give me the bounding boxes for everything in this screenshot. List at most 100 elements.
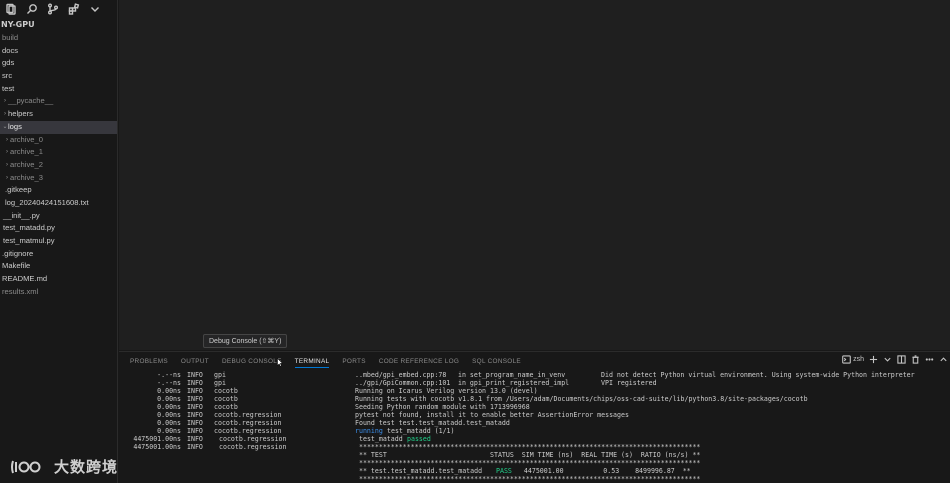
split-terminal-button[interactable]: [897, 355, 906, 364]
terminal-function: in set_program_name_in_venv: [458, 371, 566, 379]
terminal-function: in gpi_print_registered_impl: [458, 379, 570, 387]
terminal-message-detail: test_matadd (1/1): [387, 427, 455, 435]
terminal-detail: VPI registered: [601, 379, 657, 387]
tab-code-reference-log[interactable]: CODE REFERENCE LOG: [379, 356, 459, 368]
terminal-source: cocotb.regression: [219, 443, 287, 451]
tab-ports[interactable]: PORTS: [342, 356, 365, 368]
watermark: 大数跨境: [10, 456, 118, 477]
watermark-logo-icon: [11, 460, 41, 473]
sidebar-toolbar: [0, 0, 117, 18]
terminal-level: INFO: [187, 435, 203, 443]
terminal-time: -.--ns: [157, 379, 181, 387]
shell-label: zsh: [853, 356, 864, 363]
tab-sql-console[interactable]: SQL CONSOLE: [472, 356, 521, 368]
file-tree-item-label: test_matadd.py: [3, 223, 55, 233]
terminal-time: -.--ns: [157, 371, 181, 379]
terminal-level: INFO: [187, 379, 203, 387]
new-terminal-button[interactable]: [869, 355, 878, 364]
file-tree-item[interactable]: build: [0, 32, 117, 45]
file-tree-item[interactable]: __init__.py: [0, 210, 117, 223]
terminal-launch-profile-button[interactable]: [883, 355, 892, 364]
file-tree-item-label: results.xml: [2, 286, 39, 296]
terminal-time: 4475001.00ns: [133, 435, 181, 443]
terminal-level: INFO: [187, 395, 203, 403]
file-tree-item[interactable]: src: [0, 70, 117, 83]
terminal-level: INFO: [187, 371, 203, 379]
file-tree-item[interactable]: › helpers: [0, 108, 117, 121]
file-tree-item-label: helpers: [8, 109, 33, 119]
file-tree-item[interactable]: gds: [0, 57, 117, 70]
terminal-level: INFO: [187, 443, 203, 451]
editor-area[interactable]: [119, 0, 950, 350]
file-tree-item[interactable]: test_matadd.py: [0, 222, 117, 235]
source-control-icon[interactable]: [46, 2, 60, 16]
file-tree-item[interactable]: Makefile: [0, 260, 117, 273]
file-tree-item-label: test_matmul.py: [3, 236, 55, 245]
terminal-time: 0.00ns: [157, 411, 181, 419]
file-tree-item[interactable]: test: [0, 83, 117, 96]
more-icon: [925, 358, 934, 361]
terminal-level: INFO: [187, 403, 203, 411]
terminal-message: Running on Icarus Verilog version 13.0 (…: [355, 387, 538, 395]
terminal-report-border: ****************************************…: [359, 459, 701, 467]
terminal-message: running: [355, 427, 383, 435]
terminal-source: cocotb.regression: [214, 411, 282, 419]
terminal-source: cocotb.regression: [214, 419, 282, 427]
file-tree-item-label: __init__.py: [3, 210, 40, 220]
terminal-shell-selector[interactable]: zsh: [842, 355, 864, 364]
terminal-report-header: ** TEST STATUS SIM TIME (ns) REAL TIME (…: [359, 451, 701, 459]
file-tree-item-label: archive_2: [10, 159, 43, 169]
tab-problems[interactable]: PROBLEMS: [130, 356, 168, 368]
terminal-source: cocotb: [214, 395, 238, 403]
file-tree-item[interactable]: log_20240424151608.txt: [0, 197, 117, 210]
file-tree-item[interactable]: results.xml: [0, 286, 117, 299]
extensions-icon[interactable]: [67, 2, 81, 16]
tab-terminal[interactable]: TERMINAL: [294, 356, 330, 368]
search-icon[interactable]: [25, 2, 39, 16]
terminal-time: 0.00ns: [157, 419, 181, 427]
files-icon[interactable]: [4, 2, 18, 16]
panel-actions: zsh: [842, 355, 948, 364]
terminal-report-status: PASS: [496, 467, 512, 475]
terminal-level: INFO: [187, 411, 203, 419]
terminal-source: cocotb: [214, 403, 238, 411]
file-tree-item-label: archive_1: [10, 147, 43, 157]
file-tree-item-label: log_20240424151608.txt: [5, 197, 89, 207]
more-actions-button[interactable]: [925, 355, 934, 364]
file-tree-item-label: docs: [2, 45, 19, 55]
file-tree-item[interactable]: .gitkeep: [0, 184, 117, 197]
debug-console-tooltip: Debug Console (⇧⌘Y): [203, 334, 288, 348]
file-tree-item[interactable]: test_matmul.py: [0, 235, 117, 248]
file-tree-item-label: .gitkeep: [5, 185, 32, 195]
terminal-source: cocotb.regression: [219, 435, 287, 443]
terminal-source: cocotb: [214, 387, 238, 395]
panel-tabs: PROBLEMS OUTPUT DEBUG CONSOLE TERMINAL PORTS…: [130, 356, 521, 368]
maximize-panel-button[interactable]: [939, 355, 948, 364]
trash-icon: [912, 355, 919, 364]
terminal-time: 0.00ns: [157, 395, 181, 403]
terminal-message-detail: passed: [407, 435, 431, 443]
terminal-time: 0.00ns: [157, 387, 181, 395]
explorer-root-folder[interactable]: NY-GPU: [0, 18, 117, 32]
watermark-text: 大数跨境: [54, 458, 119, 476]
tab-output[interactable]: OUTPUT: [181, 356, 209, 368]
file-tree-item[interactable]: docs: [0, 45, 117, 58]
tab-debug-console[interactable]: DEBUG CONSOLE: [222, 356, 282, 368]
file-tree-item[interactable]: › archive_2: [0, 159, 117, 172]
terminal-report-border: ****************************************…: [359, 475, 701, 483]
terminal-report-values: 4475001.00 0.53 8499996.87 **: [512, 467, 691, 475]
terminal-output[interactable]: -.--ns INFO gpi ..mbed/gpi_embed.cpp:78 in s…: [119, 370, 950, 483]
file-tree-item[interactable]: README.md: [0, 273, 117, 286]
terminal-level: INFO: [187, 387, 203, 395]
file-tree-item[interactable]: .gitignore: [0, 248, 117, 261]
file-tree-item[interactable]: ⌄ logs: [0, 120, 117, 134]
file-tree-item[interactable]: › archive_3: [0, 172, 117, 185]
kill-terminal-button[interactable]: [911, 355, 920, 364]
file-tree-item[interactable]: › __pycache__: [0, 95, 117, 108]
terminal-message: Found test test.test_matadd.test_matadd: [355, 419, 510, 427]
file-tree-item[interactable]: › archive_0: [0, 134, 117, 147]
terminal-level: INFO: [187, 427, 203, 435]
file-tree-item[interactable]: › archive_1: [0, 146, 117, 159]
mouse-cursor-icon: [277, 358, 283, 367]
chevron-down-icon[interactable]: [88, 2, 102, 16]
